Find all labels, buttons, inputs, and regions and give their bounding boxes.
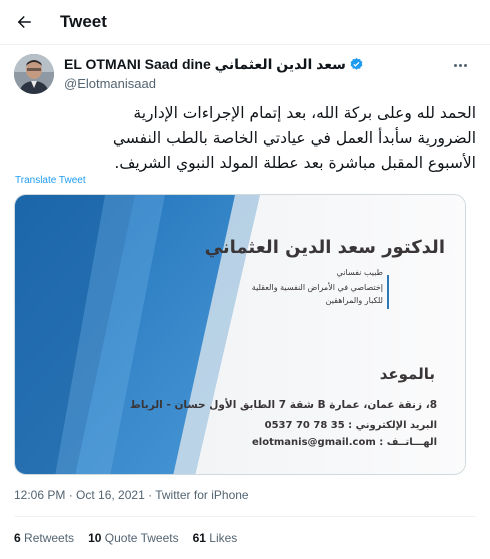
more-button[interactable]	[450, 58, 470, 72]
tweet-text-line: الحمد لله وعلى بركة الله، بعد إتمام الإج…	[133, 104, 476, 122]
translate-tweet-link[interactable]: Translate Tweet	[15, 175, 86, 186]
back-button[interactable]	[10, 8, 38, 36]
card-phone: البريد الإلكتروني : 35 78 70 0537	[264, 420, 437, 431]
tweet-image[interactable]: الدكتور سعد الدين العثماني طبيب نفساني إ…	[14, 194, 466, 475]
tweet-meta: 12:06 PM · Oct 16, 2021 · Twitter for iP…	[14, 488, 249, 502]
card-specialty: إختصاصي في الأمراض النفسية والعقلية	[251, 283, 383, 292]
divider	[14, 516, 476, 517]
tweet-source[interactable]: Twitter for iPhone	[155, 488, 248, 502]
quotes-count: 10	[88, 531, 102, 545]
tweet-timestamp[interactable]: 12:06 PM · Oct 16, 2021	[14, 488, 145, 502]
quotes-label: Quote Tweets	[104, 531, 179, 545]
tweet-text: الحمد لله وعلى بركة الله، بعد إتمام الإج…	[14, 101, 476, 176]
likes-count: 61	[192, 531, 206, 545]
card-appointment: بالموعد	[379, 365, 435, 383]
author-handle[interactable]: @Elotmanisaad	[64, 76, 364, 91]
page-title: Tweet	[60, 12, 107, 31]
retweets-count: 6	[14, 531, 21, 545]
card-doctor-name: الدكتور سعد الدين العثماني	[204, 237, 445, 258]
card-title: طبيب نفساني	[336, 268, 383, 277]
likes-label: Likes	[209, 531, 238, 545]
tweet-text-line: الأسبوع المقبل مباشرة بعد عطلة المولد ال…	[114, 154, 476, 172]
likes-stat[interactable]: 61 Likes	[193, 531, 238, 545]
arrow-left-icon	[17, 16, 31, 28]
avatar[interactable]	[14, 54, 54, 94]
author-block: EL OTMANI Saad dine سعد الدين العثماني @…	[64, 56, 364, 91]
retweets-label: Retweets	[24, 531, 75, 545]
tweet-text-line: الضرورية سأبدأ العمل في عيادتي الخاصة با…	[112, 129, 476, 147]
tweet-stats: 6 Retweets 10 Quote Tweets 61 Likes	[14, 531, 237, 545]
author-name[interactable]: EL OTMANI Saad dine سعد الدين العثماني	[64, 56, 346, 73]
verified-badge-icon	[350, 57, 363, 70]
card-specialty-audience: للكبار والمراهقين	[325, 296, 383, 305]
top-bar: Tweet	[0, 0, 490, 45]
card-address: 8، زنقة عمان، عمارة B شقة 7 الطابق الأول…	[129, 399, 437, 411]
more-dots-icon	[453, 63, 457, 67]
quote-tweets-stat[interactable]: 10 Quote Tweets	[88, 531, 179, 545]
card-email: elotmanis@gmail.com : الهـــاتــف	[252, 437, 437, 448]
retweets-stat[interactable]: 6 Retweets	[14, 531, 74, 545]
